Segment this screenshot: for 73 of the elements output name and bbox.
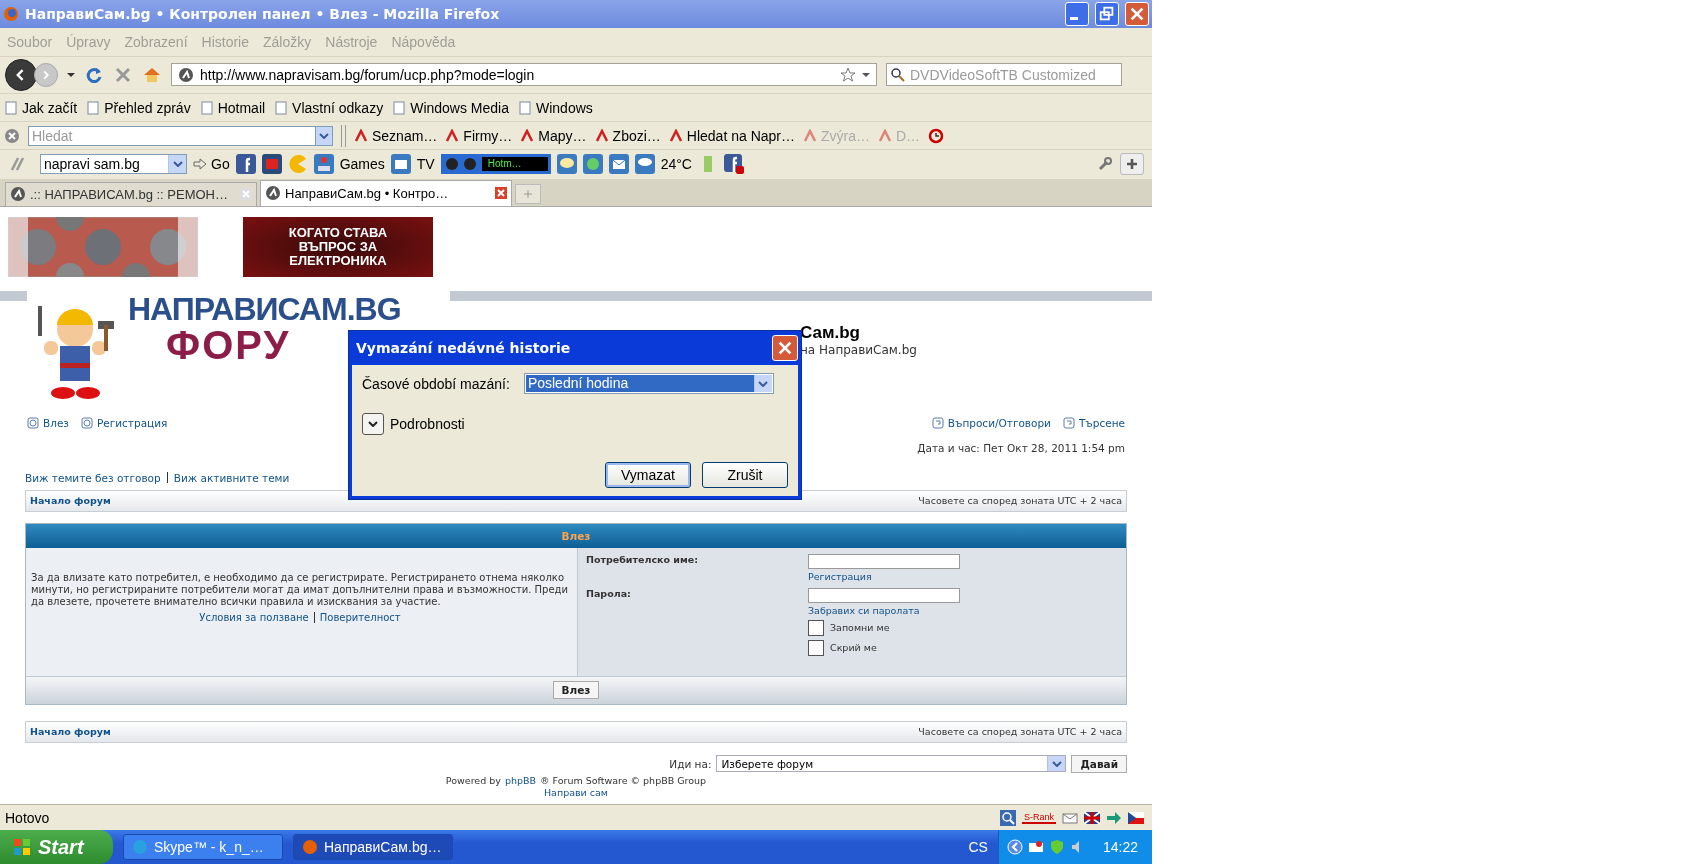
time-range-select[interactable]: Poslední hodina [523, 373, 774, 394]
timezone-text: Часовете са според зоната UTC + 2 часа [918, 495, 1122, 507]
start-button[interactable]: Start [0, 830, 113, 864]
register-link[interactable]: Регистрация [808, 570, 960, 582]
language-indicator[interactable]: CS [968, 839, 988, 855]
tv-menu[interactable]: TV [416, 156, 435, 173]
logo-text: НАПРАВИСАМ.BG [128, 292, 401, 325]
bookmark-item[interactable]: Přehled zpráv [86, 99, 191, 116]
bookmark-item[interactable]: Hotmail [199, 99, 266, 116]
login-button[interactable]: Влез [552, 681, 600, 700]
rank-badge[interactable]: S-Rank [1022, 811, 1056, 824]
dialog-title: Vymazání nedávné historie [356, 340, 571, 356]
breadcrumb-link[interactable]: Начало форум [30, 495, 111, 507]
quick-link[interactable]: Виж темите без отговор [25, 471, 161, 484]
search-field[interactable]: napravi sam.bg [40, 154, 187, 175]
taskbar-item[interactable]: НаправиСам.bg… [293, 834, 453, 860]
field-label: Потребителско име: [586, 553, 699, 567]
details-label[interactable]: Podrobnosti [390, 416, 465, 432]
nav-link[interactable]: Търсене [1062, 416, 1125, 429]
address-field[interactable]: http://www.napravisam.bg/forum/ucp.php?mode=login [171, 63, 877, 87]
powered-text: Powered by [445, 774, 501, 786]
weather-text: 24°C [660, 156, 692, 173]
privacy-link[interactable]: Поверителност [319, 611, 401, 624]
browser-tab[interactable]: .:: НАПРАВИСАМ.bg :: РЕМОН… [5, 181, 257, 206]
quick-link[interactable]: Виж активните теми [173, 471, 290, 484]
bookmark-item[interactable]: Windows Media [392, 99, 509, 116]
games-menu[interactable]: Games [339, 156, 385, 173]
forum-select[interactable]: Изберете форум [716, 755, 1067, 773]
timezone-text: Часовете са според зоната UTC + 2 часа [918, 726, 1122, 738]
field-label: Парола: [586, 587, 632, 601]
login-intro: За да влизате като потребител, е необходимо да се регистрирате. Регистрирането отнема няколко минути, но регистрираните потребители могат да имат допълнителни права и възможности. Преди да влезете, прочетете внимателно всички правила и изисквания за участие. [31, 571, 569, 608]
field-label: Časové období mazání: [362, 375, 510, 392]
nav-link[interactable]: Влез [27, 416, 69, 429]
browser-tab[interactable]: НаправиСам.bg • Контро… [260, 179, 512, 206]
site-title: Сам.bg [800, 322, 861, 343]
powered-text: ® Forum Software © phpBB Group [540, 774, 707, 786]
toolbar-link[interactable]: Zbozi… [594, 127, 661, 144]
nav-link[interactable]: Въпроси/Отговори [931, 416, 1051, 429]
player-display: Hotm… [481, 157, 548, 172]
clock: 14:22 [1102, 839, 1138, 855]
logo-text: ФОРУ [166, 324, 291, 365]
jump-label: Иди на: [669, 757, 712, 770]
dialog-button[interactable]: Vymazat [605, 462, 691, 488]
current-datetime: Дата и час: Пет Окт 28, 2011 1:54 pm [917, 441, 1125, 454]
ad-text: ЕЛЕКТРОНИКА [289, 253, 387, 268]
go-button[interactable]: Go [193, 156, 230, 173]
ad-text: КОГАТО СТАВА [288, 225, 388, 240]
checkbox-label: Скрий ме [830, 642, 877, 654]
ad-text: ВЪПРОС ЗА [298, 239, 378, 254]
site-link[interactable]: Направи сам [543, 786, 608, 798]
dialog-button[interactable]: Zrušit [702, 462, 788, 488]
go-button[interactable]: Давай [1071, 754, 1127, 773]
nav-link[interactable]: Регистрация [80, 416, 168, 429]
toolbar-link[interactable]: Seznam… [354, 127, 438, 144]
toolbar-link[interactable]: Firmy… [445, 127, 513, 144]
bookmark-item[interactable]: Jak začít [4, 99, 78, 116]
panel-title: Влез [26, 523, 1126, 548]
forgot-password-link[interactable]: Забравих си паролата [808, 604, 960, 616]
window-title: НаправиСам.bg • Контролен панел • Влез - Mozilla Firefox [25, 5, 500, 22]
search-field[interactable]: DVDVideoSoftTB Customized [886, 63, 1122, 87]
terms-link[interactable]: Условия за ползване [199, 611, 309, 624]
search-field[interactable]: Hledat [28, 125, 316, 146]
checkbox-label: Запомни ме [830, 622, 890, 634]
toolbar-link[interactable]: Hledat na Napr… [668, 127, 795, 144]
radio-player[interactable]: Hotm… [440, 154, 551, 175]
phpbb-link[interactable]: phpBB [504, 774, 536, 786]
breadcrumb-link[interactable]: Начало форум [30, 726, 111, 738]
bookmark-item[interactable]: Windows [518, 99, 593, 116]
taskbar-item[interactable]: Skype™ - k_n_… [123, 834, 283, 860]
bookmark-item[interactable]: Vlastní odkazy [274, 99, 384, 116]
ad-banner[interactable]: КОГАТО СТАВА ВЪПРОС ЗА ЕЛЕКТРОНИКА [243, 216, 433, 277]
status-text: Hotovo [5, 809, 50, 826]
toolbar-link[interactable]: Mapy… [520, 127, 587, 144]
